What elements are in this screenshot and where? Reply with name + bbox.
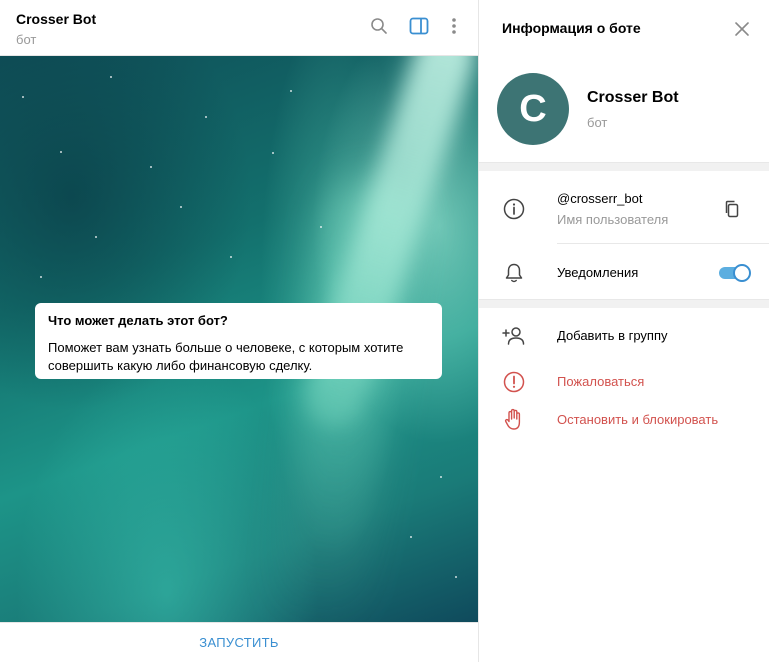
profile-subtitle: бот (587, 115, 608, 130)
username-value[interactable]: @crosserr_bot (557, 191, 642, 206)
section-separator (479, 299, 769, 308)
report-button[interactable]: Пожаловаться (557, 374, 644, 389)
star (320, 226, 322, 228)
star (40, 276, 42, 278)
add-to-group-button[interactable]: Добавить в группу (557, 328, 668, 343)
star (440, 476, 442, 478)
star (60, 151, 62, 153)
add-user-icon (502, 324, 526, 348)
star (410, 536, 412, 538)
chat-header: Crosser Bot бот (0, 0, 478, 56)
bot-intro-text: Поможет вам узнать больше о человеке, с … (48, 340, 404, 373)
more-vertical-icon (451, 17, 457, 40)
close-button[interactable] (733, 20, 751, 38)
stop-and-block-button[interactable]: Остановить и блокировать (557, 412, 718, 427)
stop-hand-icon (502, 408, 526, 432)
chat-subtitle: бот (16, 32, 37, 47)
star (205, 116, 207, 118)
bot-intro-card: Что может делать этот бот? Поможет вам у… (35, 303, 442, 379)
username-label: Имя пользователя (557, 212, 669, 227)
avatar[interactable]: C (497, 73, 569, 145)
toggle-knob (733, 264, 751, 282)
row-divider (557, 243, 769, 244)
star (180, 206, 182, 208)
sidebar-toggle-icon (409, 17, 429, 40)
star (230, 256, 232, 258)
bot-info-panel: Информация о боте C Crosser Bot бот @cro… (479, 0, 769, 662)
bell-icon (502, 261, 526, 285)
copy-icon (722, 200, 742, 223)
profile-name: Crosser Bot (587, 89, 679, 106)
chat-title[interactable]: Crosser Bot (16, 11, 96, 27)
more-button[interactable] (443, 17, 465, 39)
star (150, 166, 152, 168)
star (272, 152, 274, 154)
avatar-letter: C (519, 87, 547, 130)
copy-username-button[interactable] (722, 199, 742, 219)
star (110, 76, 112, 78)
start-bar: ЗАПУСТИТЬ (0, 622, 478, 662)
bot-intro-title: Что может делать этот бот? (48, 313, 228, 328)
chat-pane: Crosser Bot бот Что может делать этот бо… (0, 0, 478, 662)
report-icon (502, 370, 526, 394)
close-icon (733, 22, 751, 42)
search-button[interactable] (368, 17, 390, 39)
info-icon (502, 197, 526, 221)
section-separator (479, 162, 769, 171)
info-panel-title: Информация о боте (502, 20, 641, 36)
star (290, 90, 292, 92)
search-icon (370, 17, 388, 40)
star (455, 576, 457, 578)
star (95, 236, 97, 238)
star (22, 96, 24, 98)
sidebar-toggle-button[interactable] (408, 17, 430, 39)
notifications-toggle[interactable] (719, 264, 751, 282)
notifications-label: Уведомления (557, 265, 639, 280)
start-button[interactable]: ЗАПУСТИТЬ (199, 635, 278, 650)
